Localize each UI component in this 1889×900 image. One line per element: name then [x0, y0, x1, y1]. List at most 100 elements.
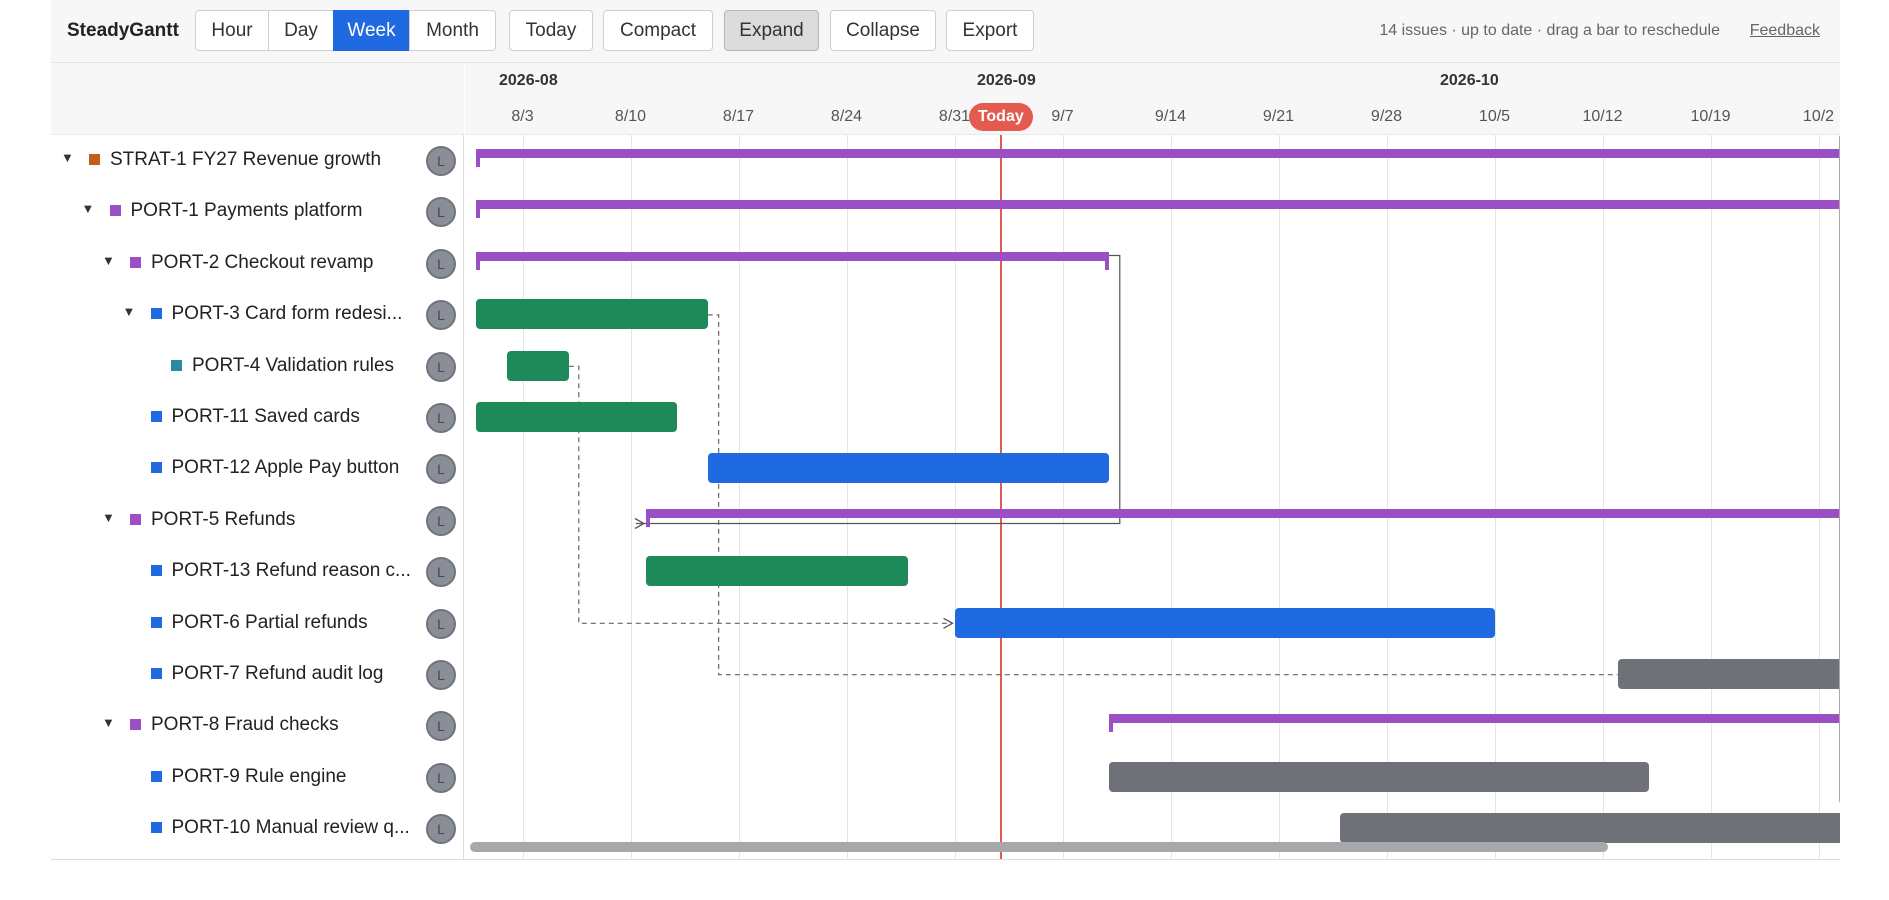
- horizontal-scrollbar[interactable]: [470, 842, 1608, 852]
- issue-row[interactable]: PORT-11 Saved cards L: [51, 392, 464, 443]
- toolbar: SteadyGantt Hour Day Week Month Today Co…: [51, 0, 1840, 63]
- scale-day-button[interactable]: Day: [268, 10, 334, 51]
- issue-row[interactable]: PORT-13 Refund reason c... L: [51, 546, 464, 597]
- issue-row[interactable]: ▼ PORT-8 Fraud checks L: [51, 700, 464, 751]
- issue-title: PORT-11 Saved cards: [171, 406, 360, 427]
- assignee-avatar[interactable]: L: [426, 197, 456, 228]
- issue-row[interactable]: PORT-6 Partial refunds L: [51, 598, 464, 649]
- expand-toggle-icon[interactable]: ▼: [102, 253, 115, 268]
- summary-bar[interactable]: [476, 251, 1109, 270]
- bottom-divider: [51, 859, 1840, 860]
- assignee-avatar[interactable]: L: [426, 762, 456, 793]
- week-label: 8/24: [830, 108, 863, 125]
- task-bar[interactable]: [954, 607, 1495, 638]
- compact-button[interactable]: Compact: [603, 10, 713, 51]
- assignee-avatar[interactable]: L: [426, 660, 456, 690]
- issue-title: PORT-4 Validation rules: [192, 354, 395, 376]
- issue-row[interactable]: ▼ PORT-5 Refunds L: [51, 495, 464, 546]
- expand-toggle-icon[interactable]: ▼: [123, 304, 136, 319]
- task-bar[interactable]: [1340, 813, 1840, 844]
- task-bar[interactable]: [1108, 761, 1649, 792]
- issue-title: PORT-9 Rule engine: [171, 765, 347, 787]
- issue-type-icon: [150, 411, 162, 422]
- issue-title: PORT-13 Refund reason c...: [171, 560, 411, 582]
- issue-title: PORT-2 Checkout revamp: [151, 251, 374, 273]
- assignee-avatar[interactable]: L: [426, 403, 456, 433]
- collapse-button[interactable]: Collapse: [830, 10, 936, 51]
- issue-type-icon: [130, 513, 141, 525]
- week-label: 9/21: [1262, 108, 1295, 125]
- expand-button[interactable]: Expand: [724, 10, 819, 51]
- issue-type-icon: [130, 719, 141, 731]
- summary-bar[interactable]: [476, 200, 1840, 219]
- issue-row[interactable]: ▼ STRAT-1 FY27 Revenue growth L: [51, 135, 464, 186]
- week-label: 8/17: [722, 108, 755, 125]
- assignee-avatar[interactable]: L: [426, 608, 456, 639]
- scale-week-button[interactable]: Week: [333, 10, 410, 51]
- summary-bar-start-tick: [476, 200, 481, 219]
- issue-row[interactable]: PORT-9 Rule engine L: [51, 752, 464, 803]
- week-label: 10/2: [1802, 108, 1835, 125]
- scale-hour-button[interactable]: Hour: [195, 10, 269, 51]
- task-bar[interactable]: [476, 299, 708, 330]
- summary-bar-start-tick: [476, 251, 481, 270]
- issue-row[interactable]: ▼ PORT-2 Checkout revamp L: [51, 238, 464, 289]
- app-name: SteadyGantt: [67, 20, 179, 41]
- issue-type-icon: [130, 256, 141, 268]
- issue-title: PORT-12 Apple Pay button: [171, 457, 400, 479]
- week-label: 10/19: [1690, 108, 1731, 125]
- summary-bar[interactable]: [645, 508, 1840, 527]
- expand-toggle-icon[interactable]: ▼: [82, 201, 95, 216]
- assignee-avatar[interactable]: L: [426, 505, 456, 536]
- issue-row[interactable]: PORT-10 Manual review q... L: [51, 803, 464, 854]
- summary-bar[interactable]: [1108, 714, 1840, 733]
- expand-toggle-icon[interactable]: ▼: [102, 510, 115, 525]
- assignee-avatar[interactable]: L: [426, 711, 456, 742]
- dependency-links: [568, 254, 1618, 676]
- issue-row[interactable]: PORT-12 Apple Pay button L: [51, 443, 464, 494]
- issue-title: PORT-8 Fraud checks: [151, 714, 339, 736]
- assignee-avatar[interactable]: L: [426, 300, 456, 331]
- scale-month-button[interactable]: Month: [409, 10, 496, 51]
- issue-row[interactable]: ▼ PORT-1 Payments platform L: [51, 186, 464, 237]
- issue-row[interactable]: PORT-7 Refund audit log L: [51, 649, 464, 700]
- issue-type-icon: [150, 668, 162, 679]
- today-marker-label: Today: [968, 103, 1033, 131]
- week-label: 9/7: [1051, 108, 1074, 125]
- issue-tree-header: [51, 63, 464, 135]
- export-button[interactable]: Export: [946, 10, 1034, 51]
- assignee-avatar[interactable]: L: [426, 814, 456, 845]
- assignee-avatar[interactable]: L: [426, 557, 456, 588]
- summary-bar-end-tick: [1104, 251, 1109, 270]
- summary-bar-start-tick: [476, 149, 481, 167]
- task-bar[interactable]: [507, 350, 569, 381]
- issue-type-icon: [150, 308, 162, 320]
- timeline-header: 2026-08 2026-09 2026-10 8/3 8/10 8/17 8/24 8…: [465, 63, 1840, 135]
- issue-row[interactable]: ▼ PORT-3 Card form redesi... L: [51, 289, 464, 340]
- task-bar[interactable]: [707, 453, 1109, 484]
- issue-row[interactable]: PORT-4 Validation rules L: [51, 341, 464, 392]
- issue-type-icon: [150, 616, 162, 628]
- issue-title: PORT-1 Payments platform: [130, 200, 363, 222]
- task-bar[interactable]: [1617, 659, 1840, 689]
- summary-bar-start-tick: [645, 508, 650, 527]
- issue-title: STRAT-1 FY27 Revenue growth: [110, 149, 382, 170]
- issue-type-icon: [150, 462, 162, 474]
- today-button[interactable]: Today: [509, 10, 593, 51]
- gantt-chart[interactable]: 2026-08 2026-09 2026-10 8/3 8/10 8/17 8/24 8…: [465, 63, 1840, 860]
- assignee-avatar[interactable]: L: [426, 454, 456, 485]
- vertical-scrollbar[interactable]: [1839, 133, 1840, 805]
- assignee-avatar[interactable]: L: [426, 146, 456, 176]
- assignee-avatar[interactable]: L: [426, 248, 456, 279]
- expand-toggle-icon[interactable]: ▼: [102, 715, 115, 730]
- expand-toggle-icon[interactable]: ▼: [61, 150, 74, 165]
- assignee-avatar[interactable]: L: [426, 351, 456, 382]
- status-text: 14 issues · up to date · drag a bar to r…: [1379, 22, 1720, 39]
- month-label: 2026-09: [977, 72, 1036, 89]
- summary-bar[interactable]: [476, 149, 1840, 167]
- issue-type-icon: [171, 359, 182, 371]
- issue-type-icon: [109, 205, 121, 217]
- feedback-link[interactable]: Feedback: [1750, 22, 1820, 40]
- task-bar[interactable]: [645, 556, 909, 587]
- task-bar[interactable]: [476, 402, 677, 432]
